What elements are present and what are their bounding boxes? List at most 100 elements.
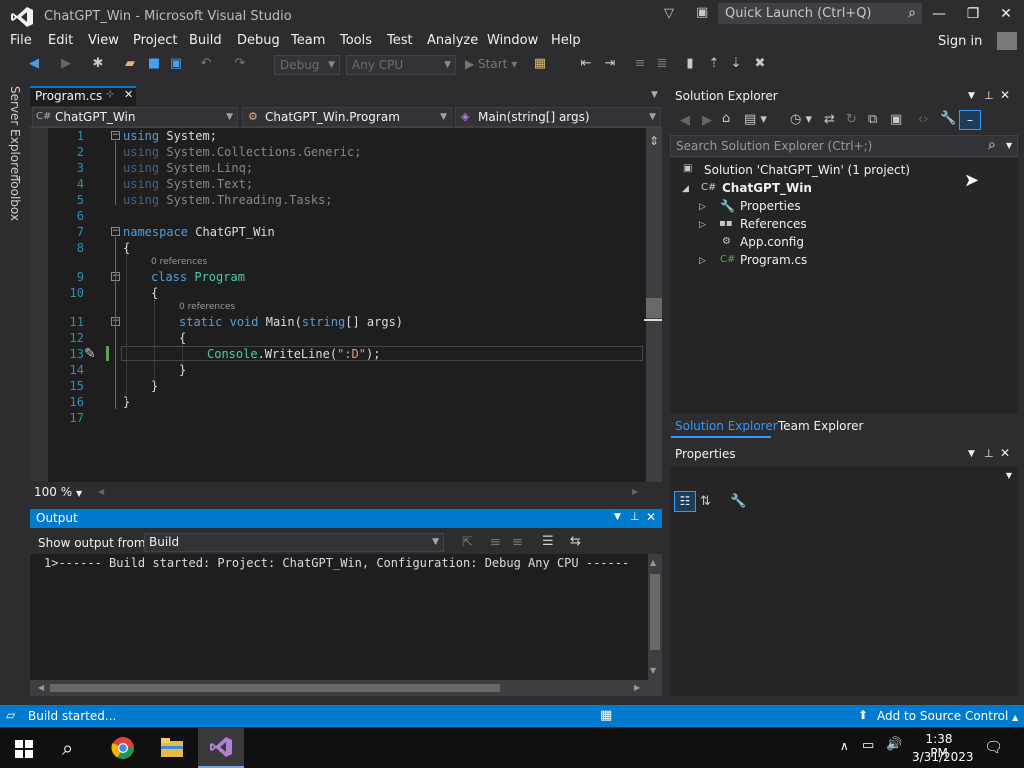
taskbar-visual-studio-button[interactable]: [198, 728, 244, 768]
navigate-forward-icon[interactable]: ▶: [58, 56, 74, 72]
restore-button[interactable]: ❐: [958, 4, 988, 24]
back-icon[interactable]: ◀: [680, 113, 690, 128]
tree-item-references[interactable]: References: [740, 217, 807, 231]
chrome-icon[interactable]: [111, 736, 135, 760]
output-vertical-scrollbar[interactable]: ▲ ▼: [648, 554, 662, 680]
menu-test[interactable]: Test: [387, 33, 413, 48]
solution-configuration-dropdown[interactable]: Debug ▼: [274, 55, 340, 75]
scroll-down-icon[interactable]: ▼: [650, 666, 656, 675]
show-all-files-icon[interactable]: ▣: [890, 112, 902, 127]
output-horizontal-scrollbar[interactable]: ◀ ▶: [30, 680, 662, 696]
menu-window[interactable]: Window: [487, 33, 538, 48]
menu-help[interactable]: Help: [551, 33, 581, 48]
file-explorer-icon[interactable]: [161, 738, 183, 758]
collapsed-triangle-icon[interactable]: ▷: [699, 220, 706, 230]
find-in-files-icon[interactable]: ▦: [532, 56, 548, 72]
quick-actions-screwdriver-icon[interactable]: ✎: [84, 346, 96, 362]
menu-edit[interactable]: Edit: [48, 33, 73, 48]
prev-bookmark-icon[interactable]: ⇡: [706, 56, 722, 72]
search-icon[interactable]: ⌕: [908, 5, 916, 21]
zoom-level[interactable]: 100 % ▼: [34, 485, 82, 499]
menu-view[interactable]: View: [88, 33, 119, 48]
menu-file[interactable]: File: [10, 33, 32, 48]
alphabetical-icon[interactable]: ⇅: [700, 494, 711, 509]
view-code-icon[interactable]: ‹›: [918, 112, 928, 127]
collapsed-triangle-icon[interactable]: ▷: [699, 256, 706, 266]
pin-icon[interactable]: ⊹: [106, 89, 114, 100]
next-message-icon[interactable]: ≡: [512, 535, 523, 550]
collapsed-triangle-icon[interactable]: ▷: [699, 202, 706, 212]
code-lens-references[interactable]: 0 references: [151, 257, 207, 267]
scroll-left-icon[interactable]: ◀: [38, 683, 44, 692]
tree-item-properties[interactable]: Properties: [740, 199, 801, 213]
menu-tools[interactable]: Tools: [340, 33, 372, 48]
menu-analyze[interactable]: Analyze: [427, 33, 478, 48]
output-text-area[interactable]: [30, 554, 648, 680]
close-icon[interactable]: ✕: [1000, 446, 1010, 460]
step-over-icon[interactable]: ⇥: [602, 56, 618, 72]
windows-start-icon[interactable]: [15, 740, 33, 758]
refresh-icon[interactable]: ↻: [846, 112, 857, 127]
clock-date[interactable]: 3/31/2023: [912, 750, 974, 764]
scroll-up-icon[interactable]: ▲: [650, 558, 656, 567]
network-icon[interactable]: ▭: [862, 738, 874, 753]
panel-menu-icon[interactable]: ▼: [614, 512, 621, 522]
chevron-down-icon[interactable]: ▼: [1006, 141, 1012, 150]
switch-views-icon[interactable]: ▤ ▾: [744, 112, 767, 127]
home-icon[interactable]: ⌂: [722, 111, 730, 126]
word-wrap-icon[interactable]: ⇆: [570, 534, 581, 549]
panel-menu-icon[interactable]: ▼: [968, 449, 975, 459]
toolbox-tab[interactable]: Toolbox: [8, 176, 22, 221]
scroll-left-icon[interactable]: ◀: [98, 487, 104, 496]
class-dropdown[interactable]: ⚙ ChatGPT_Win.Program ▼: [242, 107, 452, 127]
collapse-using-icon[interactable]: −: [111, 131, 120, 140]
menu-build[interactable]: Build: [189, 33, 222, 48]
panel-menu-icon[interactable]: ▼: [968, 91, 975, 101]
categorized-icon[interactable]: ☷: [674, 491, 696, 512]
avatar[interactable]: [997, 32, 1017, 50]
quick-launch-box[interactable]: Quick Launch (Ctrl+Q) ⌕: [718, 3, 922, 24]
volume-icon[interactable]: 🔊: [886, 737, 902, 752]
member-dropdown[interactable]: ◈ Main(string[] args) ▼: [455, 107, 661, 127]
collapse-namespace-icon[interactable]: −: [111, 227, 120, 236]
expanded-triangle-icon[interactable]: ◢: [682, 184, 689, 194]
properties-object-selector[interactable]: ▼: [672, 468, 1018, 486]
show-hidden-icons-icon[interactable]: ∧: [840, 739, 849, 753]
close-button[interactable]: ✕: [991, 4, 1021, 24]
undo-icon[interactable]: ↶: [198, 56, 214, 72]
split-icon[interactable]: ⇕: [649, 135, 659, 147]
close-icon[interactable]: ✕: [1000, 88, 1010, 102]
close-tab-icon[interactable]: ✕: [124, 88, 133, 101]
save-icon[interactable]: ■: [146, 56, 162, 72]
start-button[interactable]: ▶ Start ▾: [465, 57, 517, 71]
redo-icon[interactable]: ↷: [232, 56, 248, 72]
search-icon[interactable]: ⌕: [62, 736, 73, 760]
server-explorer-tab[interactable]: Server Explorer: [8, 86, 22, 179]
search-icon[interactable]: ⌕: [988, 137, 996, 153]
prev-message-icon[interactable]: ≡: [490, 535, 501, 550]
pending-changes-filter-icon[interactable]: ◷ ▾: [790, 112, 812, 127]
sync-icon[interactable]: ⇄: [824, 112, 835, 127]
notification-filter-icon[interactable]: ▽: [664, 6, 674, 21]
open-file-icon[interactable]: ▰: [122, 56, 138, 72]
forward-icon[interactable]: ▶: [702, 113, 712, 128]
tree-item-app-config[interactable]: App.config: [740, 235, 804, 249]
clear-bookmarks-icon[interactable]: ✖: [752, 56, 768, 72]
editor-vertical-scrollbar[interactable]: ⇕: [644, 128, 662, 482]
pin-icon[interactable]: ⊥: [984, 89, 994, 102]
menu-team[interactable]: Team: [291, 33, 325, 48]
collapse-all-icon[interactable]: ⧉: [868, 112, 877, 127]
navigate-back-icon[interactable]: ◀: [26, 56, 42, 72]
preview-selected-items-icon[interactable]: –: [959, 110, 981, 130]
tab-solution-explorer[interactable]: Solution Explorer: [675, 419, 778, 433]
scroll-right-icon[interactable]: ▶: [632, 487, 638, 496]
save-all-icon[interactable]: ▣: [168, 56, 184, 72]
tree-item-program-cs[interactable]: Program.cs: [740, 253, 807, 267]
property-pages-icon[interactable]: 🔧: [730, 494, 746, 509]
solution-platform-dropdown[interactable]: Any CPU ▼: [346, 55, 456, 75]
pin-icon[interactable]: ⊥: [630, 510, 640, 523]
tree-item-solution[interactable]: Solution 'ChatGPT_Win' (1 project): [704, 163, 910, 177]
feedback-icon[interactable]: ▣: [696, 5, 708, 20]
menu-debug[interactable]: Debug: [237, 33, 280, 48]
tree-item-project[interactable]: ChatGPT_Win: [722, 181, 812, 195]
